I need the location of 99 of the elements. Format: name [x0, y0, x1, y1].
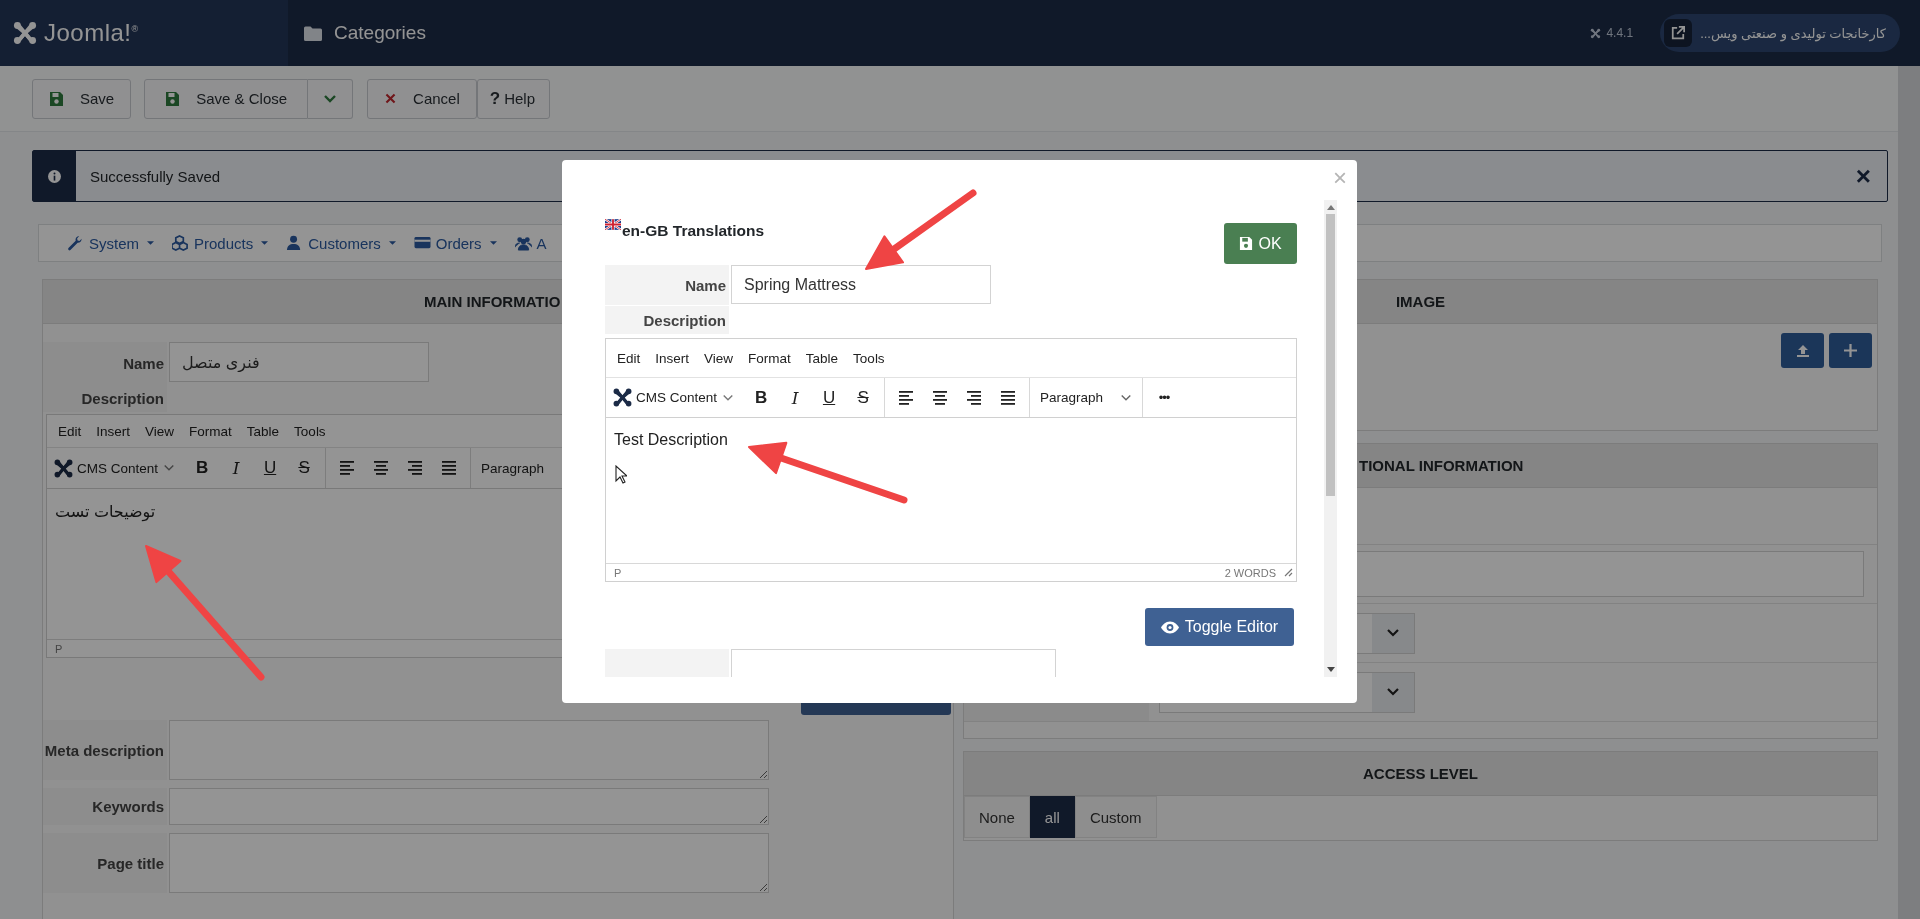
menu-item[interactable]: Insert — [96, 423, 131, 439]
plus-icon — [1844, 344, 1857, 357]
strike-button[interactable]: S — [848, 382, 879, 413]
editor-text: توضیحات تست — [55, 502, 157, 521]
block-format-dropdown[interactable]: Paragraph — [477, 460, 564, 476]
card-icon — [413, 235, 431, 251]
align-center-icon — [373, 460, 390, 476]
scrollbar[interactable] — [1324, 200, 1337, 677]
site-link[interactable]: کارخانجات تولیدی و صنعتی ویس... — [1660, 14, 1900, 52]
logo-icon — [53, 457, 74, 479]
info-icon — [48, 169, 61, 183]
field-label: Description — [605, 306, 729, 334]
menu-item[interactable]: Orders — [413, 234, 497, 252]
close-icon — [384, 92, 398, 105]
upload-button[interactable] — [1781, 333, 1824, 368]
panel-heading: ACCESS LEVEL — [964, 752, 1877, 796]
wrench-icon — [67, 235, 84, 251]
align-right-icon — [407, 460, 424, 476]
save-button[interactable]: Save — [32, 78, 132, 119]
editor-text: Test Description — [614, 430, 729, 449]
field-label: Page title — [43, 833, 167, 893]
resize-handle-icon — [1284, 568, 1293, 577]
users-icon — [514, 235, 532, 251]
underline-button[interactable]: U — [255, 453, 286, 483]
justify-icon — [441, 460, 458, 476]
add-button[interactable] — [1829, 333, 1872, 368]
caret-icon — [261, 241, 269, 245]
mouse-pointer-icon — [615, 465, 627, 484]
logo-icon — [612, 387, 633, 408]
content-dropdown[interactable]: CMS Content — [53, 457, 184, 479]
caret-icon — [147, 241, 154, 245]
justify-icon — [1000, 389, 1017, 406]
access-option[interactable]: all — [1029, 796, 1075, 838]
upload-icon — [1795, 343, 1810, 358]
floppy-icon — [1239, 236, 1254, 251]
menu-item[interactable]: View — [704, 350, 734, 366]
bold-button[interactable]: B — [187, 453, 218, 483]
align-center-icon — [932, 389, 949, 406]
name-field[interactable]: Spring Mattress — [731, 265, 991, 304]
logo-icon — [12, 20, 38, 46]
caret-icon — [388, 241, 396, 245]
access-option[interactable]: Custom — [1074, 796, 1157, 838]
field-label: Description — [43, 384, 167, 412]
name-field[interactable]: فنری متصل — [169, 342, 429, 382]
field-label: Meta description — [43, 720, 167, 780]
logo-text: Joomla!$^{®}$ — [44, 19, 139, 47]
field-label: Name — [43, 342, 167, 384]
italic-button[interactable]: I — [221, 453, 252, 483]
align-left-icon — [898, 389, 915, 406]
eye-icon — [1160, 620, 1179, 634]
alert-message: Successfully Saved — [90, 167, 221, 185]
menu-item[interactable]: Tools — [853, 350, 885, 366]
menu-item[interactable]: Customers — [286, 234, 396, 252]
menu-item[interactable]: Table — [805, 350, 839, 366]
menu-item[interactable]: Tools — [294, 423, 326, 439]
logo-icon — [1590, 27, 1602, 39]
field-label: Keywords — [43, 788, 167, 825]
dialog-title: en-GB Translations — [622, 221, 765, 240]
close-button[interactable]: × — [1851, 163, 1875, 189]
external-link-icon — [1671, 26, 1686, 40]
toggle-editor-button[interactable]: Toggle Editor — [1145, 608, 1294, 646]
menu-item[interactable]: Edit — [617, 350, 641, 366]
strike-button[interactable]: S — [289, 453, 320, 483]
align-left-icon — [339, 460, 356, 476]
floppy-icon — [165, 90, 181, 107]
menu-item[interactable]: A — [514, 234, 547, 252]
element-path: P — [614, 566, 623, 579]
word-count: 2 WORDS — [1224, 566, 1276, 579]
menu-item[interactable]: Table — [246, 423, 280, 439]
scrollbar[interactable] — [1898, 66, 1920, 919]
content-dropdown[interactable]: CMS Content — [612, 387, 743, 408]
help-button[interactable]: ? Help — [476, 78, 551, 119]
menu-item[interactable]: View — [145, 423, 175, 439]
menu-item[interactable]: Insert — [655, 350, 690, 366]
cancel-button[interactable]: Cancel — [367, 78, 477, 119]
save-close-button[interactable]: Save & Close — [144, 78, 309, 119]
italic-button[interactable]: I — [780, 382, 811, 413]
underline-button[interactable]: U — [814, 382, 845, 413]
bold-button[interactable]: B — [746, 382, 777, 413]
menu-item[interactable]: Products — [172, 234, 269, 252]
access-option[interactable]: None — [964, 796, 1030, 838]
page-title: Categories — [334, 22, 426, 44]
menu-item[interactable]: Format — [748, 350, 791, 366]
ok-button[interactable]: OK — [1224, 223, 1297, 264]
caret-icon — [489, 241, 497, 245]
block-format-dropdown[interactable]: Paragraph — [1036, 390, 1137, 405]
version-text: 4.4.1 — [1606, 26, 1634, 40]
menu-item[interactable]: Format — [189, 423, 232, 439]
more-button[interactable]: ••• — [1149, 382, 1180, 413]
align-right-icon — [966, 389, 983, 406]
folder-icon — [304, 25, 322, 41]
flag-icon — [605, 219, 621, 230]
floppy-icon — [49, 90, 64, 107]
menu-item[interactable]: Edit — [58, 423, 82, 439]
scroll-up-icon — [1326, 205, 1335, 210]
cubes-icon — [172, 235, 189, 251]
field-label: Name — [605, 265, 729, 305]
element-path: P — [55, 642, 64, 655]
menu-item[interactable]: System — [67, 234, 154, 252]
